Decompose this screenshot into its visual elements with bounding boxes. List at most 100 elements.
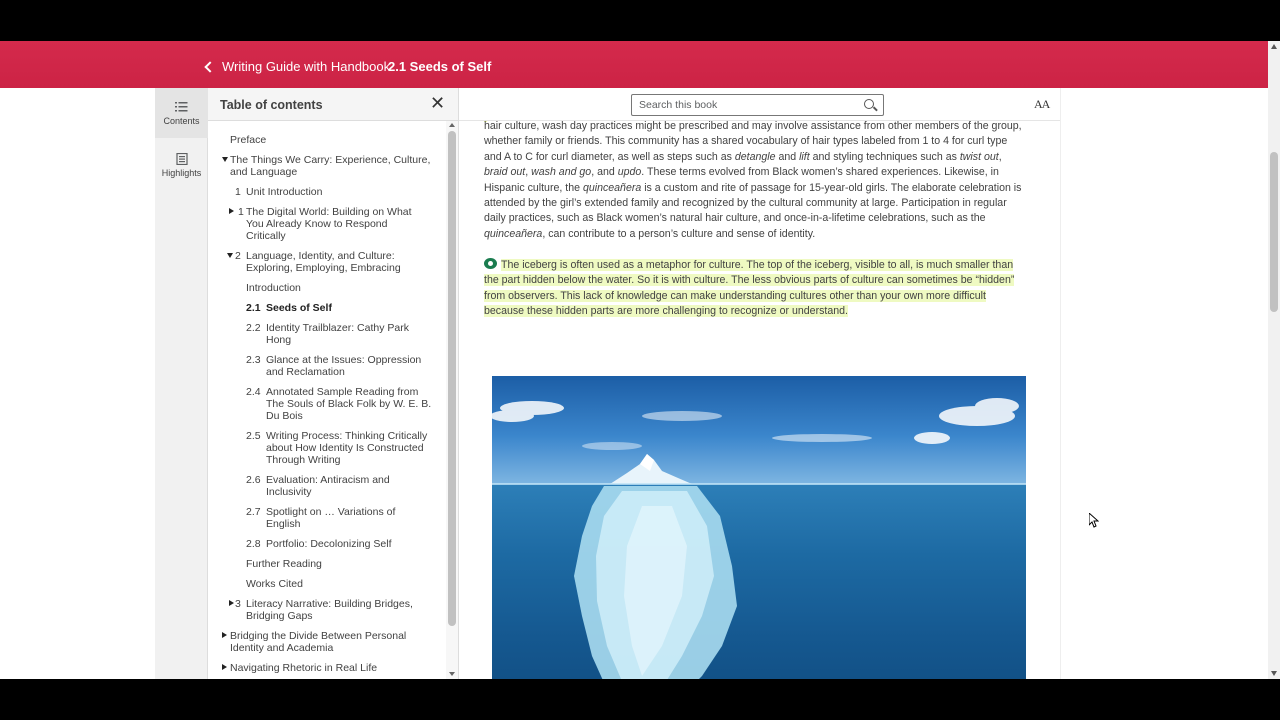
toc-item-glance-at-issues[interactable]: 2.3 Glance at the Issues: Oppression and … — [246, 354, 421, 378]
search-input[interactable] — [639, 98, 854, 112]
toc-item-label: Navigating Rhetoric in Real Life — [230, 662, 378, 674]
toc-item-number: 2.3 — [246, 354, 261, 366]
toc-item-label: You Already Know to Respond — [246, 218, 388, 230]
toc-item-label: Seeds of Self — [266, 302, 332, 314]
toc-item-number: 2 — [235, 250, 241, 262]
scroll-down-arrow-icon[interactable] — [1271, 671, 1277, 676]
toc-item-bridging-the-divide[interactable]: Bridging the Divide Between Personal Ide… — [230, 630, 406, 654]
scroll-up-arrow-icon[interactable] — [449, 123, 455, 127]
toc-item-number: 2.7 — [246, 506, 261, 518]
highlighted-text[interactable]: The iceberg is often used as a metaphor … — [501, 259, 1014, 271]
text-run: is a custom and rite of passage for 15-y… — [641, 181, 1022, 194]
toc-item-number: 2.2 — [246, 322, 261, 334]
caret-right-icon[interactable] — [222, 664, 227, 670]
page-scrollbar[interactable] — [1268, 41, 1280, 679]
toc-item-number: 2.8 — [246, 538, 261, 550]
iceberg-illustration — [492, 398, 1026, 679]
highlight-note-icon[interactable] — [484, 258, 497, 269]
page-scrollbar-thumb[interactable] — [1270, 152, 1278, 312]
toc-item-spotlight[interactable]: 2.7 Spotlight on … Variations of English — [246, 506, 395, 530]
scroll-up-arrow-icon[interactable] — [1271, 44, 1277, 49]
close-icon: ✕ — [430, 93, 446, 113]
caret-right-icon[interactable] — [229, 600, 234, 606]
toc-item-introduction[interactable]: Introduction — [246, 282, 301, 294]
back-to-book-link[interactable]: Writing Guide with Handbook — [204, 59, 390, 74]
toc-item-label: Critically — [246, 230, 286, 242]
search-box[interactable] — [631, 94, 884, 116]
toc-item-number: 2.6 — [246, 474, 261, 486]
toc-item-evaluation[interactable]: 2.6 Evaluation: Antiracism and Inclusivit… — [246, 474, 390, 498]
toc-item-label: Spotlight on … Variations of — [266, 506, 396, 518]
toc-item-label: Literacy Narrative: Building Bridges, — [246, 598, 413, 610]
text-line: daily practices, such as Black women’s n… — [484, 212, 986, 225]
caret-right-icon[interactable] — [229, 208, 234, 214]
toc-item-label: Through Writing — [266, 454, 341, 466]
toc-item-portfolio[interactable]: 2.8 Portfolio: Decolonizing Self — [246, 538, 391, 550]
sidebar-rail: Contents Highlights — [155, 88, 208, 679]
toc-scrollbar[interactable] — [446, 121, 458, 679]
toc-item-label: The Things We Carry: Experience, Culture… — [230, 154, 431, 166]
toc-item-works-cited[interactable]: Works Cited — [246, 578, 303, 590]
toc-item-label: Unit Introduction — [246, 186, 323, 198]
text-line: from observers. This lack of knowledge c… — [484, 289, 1036, 304]
text-line: the part hidden below the water. So it i… — [484, 273, 1036, 288]
toc-item-label: Hong — [266, 334, 292, 346]
toc-item-navigating-rhetoric[interactable]: Navigating Rhetoric in Real Life — [230, 662, 377, 674]
text-run: Hispanic culture, the — [484, 181, 583, 194]
toc-item-literacy-narrative[interactable]: 3 Literacy Narrative: Building Bridges, B… — [235, 598, 413, 622]
text-line: attended by the girl’s extended family a… — [484, 197, 1007, 210]
book-header-bar: Writing Guide with Handbook 2.1 Seeds of… — [0, 41, 1268, 88]
highlighted-text[interactable]: the part hidden below the water. So it i… — [484, 274, 1015, 287]
text-run: , and — [591, 166, 618, 179]
toc-item-label: Further Reading — [246, 558, 322, 570]
toc-item-seeds-of-self[interactable]: 2.1 Seeds of Self — [246, 302, 332, 314]
toc-item-label: English — [266, 518, 301, 530]
toc-item-label: and Reclamation — [266, 366, 345, 378]
toc-item-writing-process[interactable]: 2.5 Writing Process: Thinking Critically … — [246, 430, 427, 466]
toc-item-label: Identity Trailblazer: Cathy Park — [266, 322, 409, 334]
current-section-title: 2.1 Seeds of Self — [388, 59, 492, 74]
emphasis-text: quinceañera — [484, 227, 543, 240]
highlighted-text[interactable]: from observers. This lack of knowledge c… — [484, 289, 986, 302]
highlighted-text[interactable]: because these hidden parts are more chal… — [484, 305, 848, 318]
highlights-button[interactable]: Highlights — [155, 140, 208, 190]
emphasis-text: updo — [617, 166, 642, 179]
paragraph-iceberg-highlighted[interactable]: The iceberg is often used as a metaphor … — [484, 258, 1036, 320]
toc-item-things-we-carry[interactable]: The Things We Carry: Experience, Culture… — [230, 154, 430, 178]
toc-item-digital-world[interactable]: 1 The Digital World: Building on What You… — [238, 206, 412, 242]
contents-label: Contents — [163, 115, 200, 126]
iceberg-figure — [492, 376, 1026, 679]
text-line: quinceañera, can contribute to a person’… — [484, 227, 1036, 242]
caret-down-icon[interactable] — [227, 253, 233, 258]
toc-item-preface[interactable]: Preface — [230, 134, 266, 146]
close-toc-button[interactable]: ✕ — [430, 94, 445, 112]
scroll-down-arrow-icon[interactable] — [449, 672, 455, 676]
contents-button[interactable]: Contents — [155, 88, 208, 138]
toc-item-label: Inclusivity — [266, 486, 312, 498]
toc-header: Table of contents ✕ — [208, 88, 458, 121]
content-toolbar: AA — [459, 88, 1060, 121]
toc-item-unit-introduction[interactable]: 1 Unit Introduction — [235, 186, 322, 198]
toc-item-label: Glance at the Issues: Oppression — [266, 354, 422, 366]
toc-item-label: Writing Process: Thinking Critically — [266, 430, 428, 442]
toc-item-identity-trailblazer[interactable]: 2.2 Identity Trailblazer: Cathy Park Hong — [246, 322, 409, 346]
toc-item-number: 2.1 — [246, 302, 261, 314]
emphasis-text: twist out — [959, 150, 999, 163]
text-run: and — [775, 150, 800, 163]
text-run: . These terms evolved from Black women’s… — [641, 166, 999, 179]
toc-title: Table of contents — [220, 98, 323, 112]
toc-item-language-identity-culture[interactable]: 2 Language, Identity, and Culture: Explor… — [235, 250, 401, 274]
text-run: , can contribute to a person’s culture a… — [542, 227, 816, 240]
mouse-cursor-icon — [1089, 513, 1099, 528]
font-size-toggle[interactable]: AA — [1034, 97, 1050, 112]
caret-down-icon[interactable] — [222, 157, 228, 162]
caret-right-icon[interactable] — [222, 632, 227, 638]
table-of-contents-panel: Table of contents ✕ Preface The Things W… — [208, 88, 459, 679]
text-line: The iceberg is often used as a metaphor … — [484, 258, 1036, 273]
toc-scrollbar-thumb[interactable] — [448, 131, 456, 626]
search-icon[interactable] — [864, 99, 874, 109]
toc-item-annotated-sample-reading[interactable]: 2.4 Annotated Sample Reading from The Sou… — [246, 386, 431, 422]
toc-item-label: The Souls of Black Folk by W. E. B. — [266, 398, 432, 410]
toc-item-further-reading[interactable]: Further Reading — [246, 558, 322, 570]
text-line: because these hidden parts are more chal… — [484, 304, 1036, 319]
